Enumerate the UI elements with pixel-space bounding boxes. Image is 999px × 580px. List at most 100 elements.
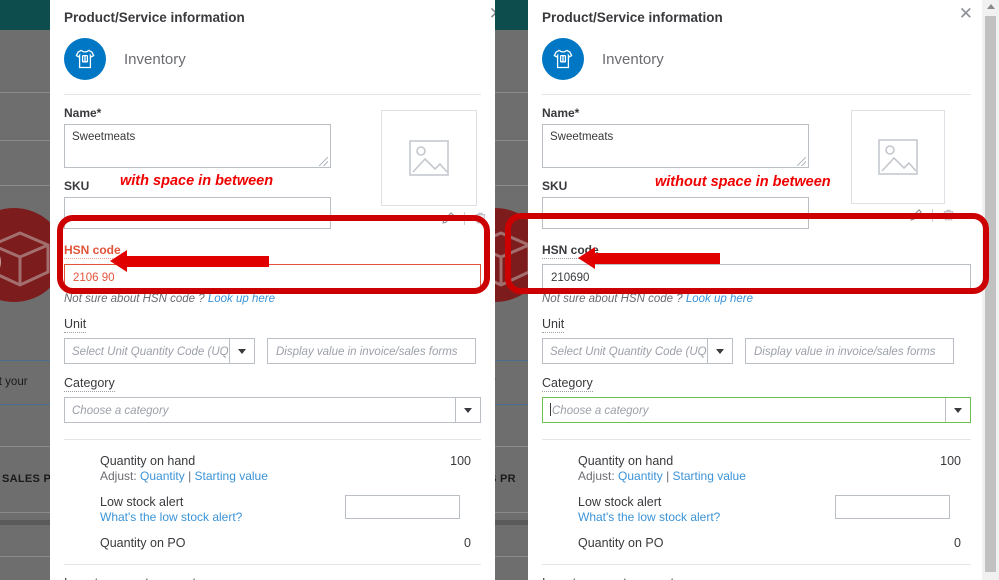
background-rule <box>495 360 528 361</box>
product-service-panel-left: Product/Service information ✕ Inventory … <box>50 0 495 580</box>
scroll-up-arrow-icon[interactable] <box>982 0 999 13</box>
pencil-icon[interactable] <box>909 208 923 222</box>
category-label: Category <box>64 376 115 392</box>
background-rule <box>495 512 528 513</box>
item-type-label: Inventory <box>124 50 186 68</box>
chevron-down-icon[interactable] <box>707 339 732 363</box>
quantity-on-hand-label: Quantity on hand <box>578 454 674 468</box>
item-image-placeholder[interactable] <box>851 110 945 204</box>
resize-handle-icon[interactable] <box>797 157 806 166</box>
unit-quantity-code-placeholder: Select Unit Quantity Code (UQC <box>550 346 707 358</box>
adjust-separator: | <box>662 469 673 483</box>
background-rule <box>495 404 528 405</box>
unit-label: Unit <box>542 317 565 333</box>
panel-title: Product/Service information <box>64 10 245 25</box>
background-rule <box>0 520 50 525</box>
chevron-down-icon[interactable] <box>455 398 480 422</box>
background-rule <box>495 185 528 186</box>
adjust-quantity-link[interactable]: Quantity <box>140 469 185 483</box>
quantity-on-po-label: Quantity on PO <box>100 536 186 550</box>
background-left-strip: hat your SALES PR <box>0 0 50 580</box>
background-rule <box>495 92 528 93</box>
background-rule <box>495 556 528 557</box>
close-icon[interactable]: ✕ <box>489 6 495 23</box>
app-header-bar <box>0 0 50 30</box>
section-divider <box>542 439 971 440</box>
pencil-icon[interactable] <box>441 211 455 225</box>
panel-scrollbar[interactable] <box>982 0 999 580</box>
background-rule <box>0 140 50 141</box>
unit-display-value-input[interactable]: Display value in invoice/sales forms <box>745 338 954 364</box>
background-rule <box>0 360 50 361</box>
category-placeholder: Choose a category <box>552 405 649 417</box>
text-cursor <box>550 403 551 416</box>
section-divider <box>64 439 481 440</box>
resize-handle-icon[interactable] <box>319 157 328 166</box>
hsn-helper-text: Not sure about HSN code ? Look up here <box>542 293 971 305</box>
annotation-arrow-right <box>578 247 720 269</box>
trash-icon[interactable] <box>942 208 955 222</box>
adjust-quantity-link[interactable]: Quantity <box>618 469 663 483</box>
low-stock-alert-label: Low stock alert <box>100 495 184 509</box>
background-rule <box>0 446 50 447</box>
low-stock-alert-input[interactable] <box>835 495 950 519</box>
hsn-lookup-link[interactable]: Look up here <box>208 293 275 305</box>
quantity-on-po-label: Quantity on PO <box>578 536 664 550</box>
sku-label: SKU <box>64 179 90 193</box>
unit-quantity-code-select[interactable]: Select Unit Quantity Code (UQC <box>64 338 255 364</box>
divider <box>932 208 933 222</box>
adjust-prefix: Adjust: <box>100 469 141 483</box>
product-service-panel-right: Product/Service information ✕ Inventory … <box>528 0 999 580</box>
background-text-fragment: hat your <box>0 376 28 388</box>
category-select[interactable]: Choose a category <box>542 397 971 423</box>
category-select[interactable]: Choose a category <box>64 397 481 423</box>
category-label: Category <box>542 376 593 392</box>
low-stock-alert-input[interactable] <box>345 495 460 519</box>
unit-quantity-code-select[interactable]: Select Unit Quantity Code (UQC <box>542 338 733 364</box>
screenshot-root: hat your SALES PR our S PR Product/Servi… <box>0 0 999 580</box>
section-divider <box>542 94 971 95</box>
item-image-placeholder[interactable] <box>381 110 477 206</box>
chevron-down-icon[interactable] <box>945 398 970 422</box>
adjust-starting-value-link[interactable]: Starting value <box>673 469 746 483</box>
quantity-adjust-row: Adjust: Quantity | Starting value <box>100 469 268 483</box>
panel-title: Product/Service information <box>542 10 723 25</box>
name-input[interactable]: Sweetmeats <box>542 124 809 168</box>
inventory-asset-account-label: Inventory asset account <box>542 576 971 580</box>
section-divider <box>542 564 971 565</box>
background-rule <box>495 520 528 525</box>
item-type-row: Inventory <box>542 38 971 80</box>
adjust-starting-value-link[interactable]: Starting value <box>195 469 268 483</box>
background-right-strip: our S PR <box>495 0 528 580</box>
hsn-lookup-link[interactable]: Look up here <box>686 293 753 305</box>
close-icon[interactable]: ✕ <box>959 6 973 23</box>
adjust-prefix: Adjust: <box>578 469 619 483</box>
hsn-helper-text: Not sure about HSN code ? Look up here <box>64 293 481 305</box>
background-rule <box>0 404 50 405</box>
item-image-actions <box>909 208 955 222</box>
trash-icon[interactable] <box>474 211 487 225</box>
app-header-bar <box>495 0 528 30</box>
scrollbar-thumb[interactable] <box>985 16 996 572</box>
low-stock-alert-link[interactable]: What's the low stock alert? <box>100 510 242 524</box>
background-text-fragment: our <box>495 376 496 388</box>
adjust-separator: | <box>184 469 195 483</box>
hsn-helper-prefix: Not sure about HSN code ? <box>64 293 208 305</box>
name-input[interactable]: Sweetmeats <box>64 124 331 168</box>
quantity-adjust-row: Adjust: Quantity | Starting value <box>578 469 746 483</box>
no-entry-box-illustration <box>495 208 528 302</box>
chevron-down-icon[interactable] <box>229 339 254 363</box>
background-rule <box>495 446 528 447</box>
category-placeholder: Choose a category <box>72 405 169 417</box>
sku-input[interactable] <box>64 197 331 229</box>
background-text-fragment: S PR <box>495 473 516 485</box>
unit-display-value-input[interactable]: Display value in invoice/sales forms <box>267 338 476 364</box>
sku-input[interactable] <box>542 197 809 229</box>
background-text-fragment: SALES PR <box>2 473 50 485</box>
sku-label: SKU <box>542 179 568 193</box>
image-placeholder-icon <box>409 140 449 176</box>
image-placeholder-icon <box>878 139 918 175</box>
section-divider <box>64 94 481 95</box>
low-stock-alert-link[interactable]: What's the low stock alert? <box>578 510 720 524</box>
annotation-arrow-left <box>110 250 269 272</box>
